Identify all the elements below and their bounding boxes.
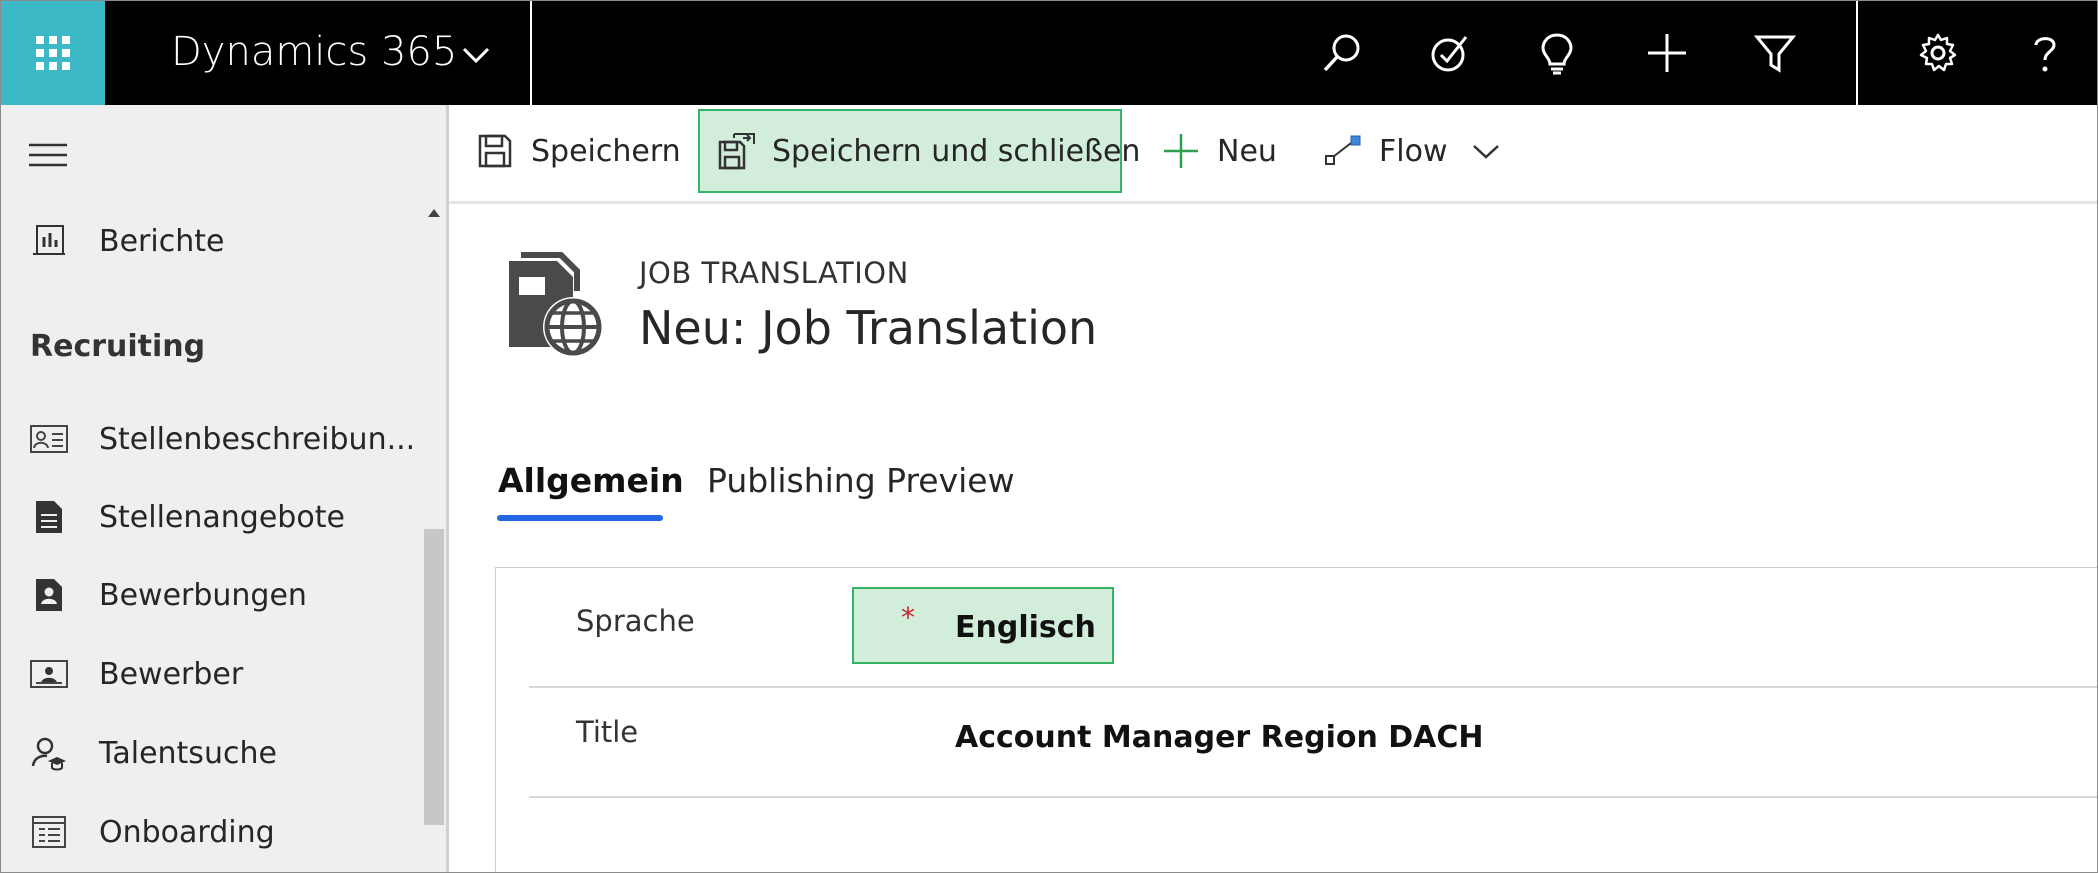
sidebar-item-talentsuche[interactable]: Talentsuche	[1, 725, 421, 781]
command-bar: Speichern Speichern und schließen Neu Fl…	[449, 105, 2097, 204]
save-and-close-icon	[718, 131, 756, 171]
idea-button[interactable]	[1529, 25, 1585, 81]
app-frame: Dynamics 365 Berichte Recruiting Stellen…	[0, 0, 2098, 873]
chevron-down-icon[interactable]	[461, 41, 491, 67]
save-icon	[475, 131, 515, 171]
application-icon	[29, 575, 69, 615]
talent-icon	[29, 733, 69, 773]
filter-icon	[1753, 35, 1797, 73]
add-icon	[1161, 131, 1201, 171]
sidebar-item-bewerbungen[interactable]: Bewerbungen	[1, 567, 421, 623]
sidebar-item-label: Bewerbungen	[99, 577, 307, 613]
top-separator	[1856, 1, 1858, 105]
more-commands-button[interactable]	[1471, 109, 1501, 193]
app-launcher-button[interactable]	[1, 1, 105, 105]
task-icon	[1431, 36, 1468, 72]
sidebar-item-label: Berichte	[99, 223, 225, 259]
field-divider	[529, 686, 2097, 688]
save-label: Speichern	[531, 133, 681, 169]
site-map-nav: Berichte Recruiting Stellenbeschreibun..…	[1, 105, 446, 872]
chevron-down-icon	[1473, 145, 1499, 159]
document-icon	[29, 497, 69, 537]
page-title: Neu: Job Translation	[639, 301, 1098, 355]
save-and-close-label: Speichern und schließen	[772, 133, 1141, 169]
sidebar-item-stellenbeschreibungen[interactable]: Stellenbeschreibun...	[1, 411, 421, 467]
flow-label: Flow	[1379, 133, 1448, 169]
new-button[interactable]: Neu	[1161, 109, 1277, 193]
task-button[interactable]	[1422, 25, 1478, 81]
save-button[interactable]: Speichern	[475, 109, 681, 193]
app-title[interactable]: Dynamics 365	[171, 29, 457, 75]
nav-divider	[446, 105, 449, 872]
sidebar-item-label: Stellenangebote	[99, 499, 345, 535]
sidebar-item-berichte[interactable]: Berichte	[1, 213, 421, 269]
new-label: Neu	[1217, 133, 1277, 169]
entity-type-label: JOB TRANSLATION	[639, 256, 909, 290]
scroll-up-arrow[interactable]	[428, 209, 440, 217]
required-marker: *	[901, 601, 915, 634]
waffle-icon	[36, 36, 70, 70]
help-button[interactable]	[2017, 25, 2073, 81]
sidebar-item-bewerber[interactable]: Bewerber	[1, 646, 421, 702]
job-translation-entity-icon	[509, 252, 603, 357]
field-label-title: Title	[576, 715, 639, 749]
hamburger-menu-icon[interactable]	[29, 143, 67, 167]
add-button[interactable]	[1639, 25, 1695, 81]
save-and-close-button[interactable]: Speichern und schließen	[698, 109, 1140, 193]
tab-publishing-preview[interactable]: Publishing Preview	[707, 461, 1015, 500]
active-tab-indicator	[497, 515, 663, 521]
settings-icon	[1919, 33, 1957, 72]
sidebar-item-label: Bewerber	[99, 656, 244, 692]
contact-card-icon	[29, 419, 69, 459]
person-card-icon	[29, 654, 69, 694]
reports-icon	[29, 221, 69, 261]
top-bar: Dynamics 365	[1, 1, 2097, 105]
sidebar-item-label: Stellenbeschreibun...	[99, 421, 416, 457]
search-button[interactable]	[1314, 25, 1370, 81]
field-label-sprache: Sprache	[576, 604, 695, 638]
field-divider	[529, 796, 2097, 798]
add-icon	[1648, 34, 1686, 72]
checklist-icon	[29, 812, 69, 852]
sprache-value[interactable]: Englisch	[955, 610, 1096, 645]
filter-button[interactable]	[1747, 25, 1803, 81]
lightbulb-icon	[1541, 33, 1573, 75]
nav-group-recruiting: Recruiting	[30, 329, 206, 364]
flow-icon	[1323, 131, 1363, 171]
search-icon	[1323, 34, 1360, 72]
sidebar-item-onboarding[interactable]: Onboarding	[1, 804, 421, 860]
flow-button[interactable]: Flow	[1323, 109, 1447, 193]
title-field[interactable]: Account Manager Region DACH	[955, 720, 1484, 755]
nav-scrollbar[interactable]	[424, 529, 444, 825]
sidebar-item-stellenangebote[interactable]: Stellenangebote	[1, 489, 421, 545]
sidebar-item-label: Onboarding	[99, 814, 275, 850]
settings-button[interactable]	[1910, 25, 1966, 81]
tab-allgemein[interactable]: Allgemein	[498, 461, 684, 500]
help-icon	[2034, 37, 2056, 72]
top-separator	[530, 1, 532, 105]
sidebar-item-label: Talentsuche	[99, 735, 277, 771]
